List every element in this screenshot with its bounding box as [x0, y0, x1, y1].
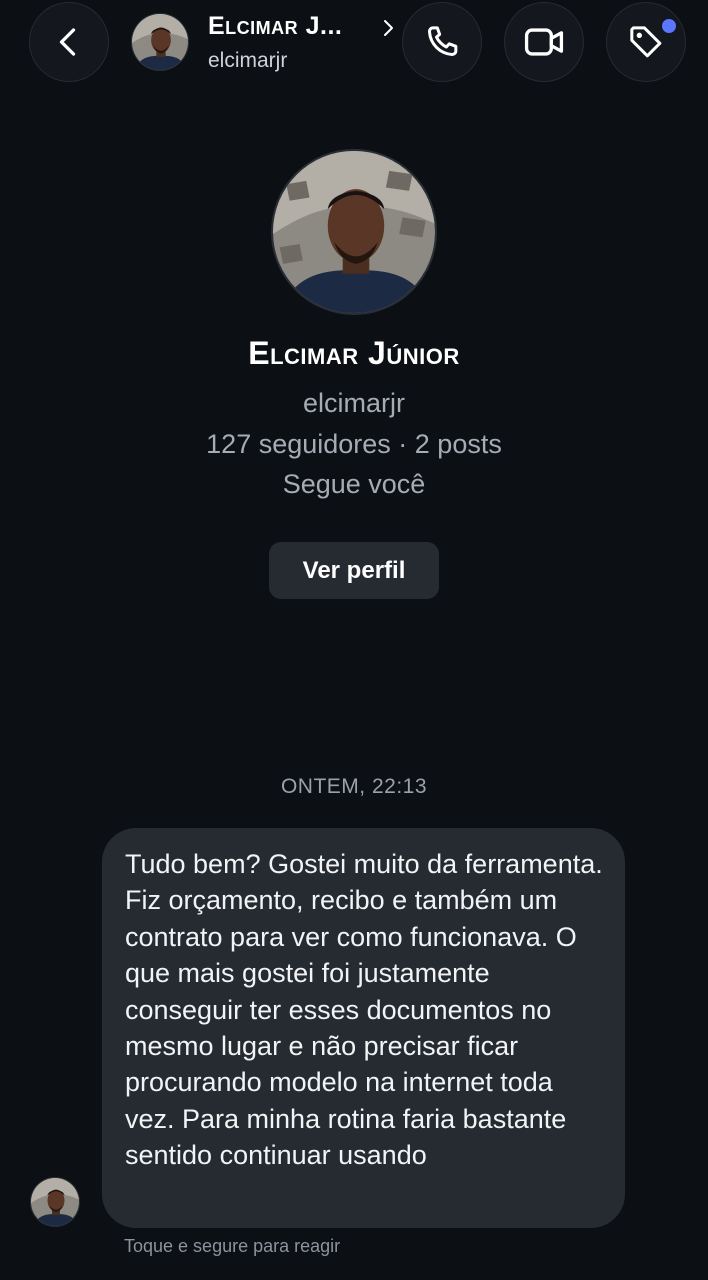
avatar-image: [132, 14, 188, 70]
view-profile-button[interactable]: Ver perfil: [269, 542, 439, 599]
avatar-image: [31, 1178, 79, 1226]
sender-avatar[interactable]: [30, 1177, 80, 1227]
video-camera-icon: [524, 28, 564, 56]
header-avatar[interactable]: [131, 13, 189, 71]
notification-dot: [662, 19, 676, 33]
follows-you-label: Segue você: [282, 469, 426, 499]
header-contact-name[interactable]: Elcimar J...: [208, 12, 342, 41]
profile-avatar[interactable]: [271, 149, 437, 315]
profile-username: elcimarjr: [302, 388, 405, 418]
chevron-right-icon[interactable]: [381, 18, 397, 38]
message-timestamp: ONTEM, 22:13: [280, 775, 428, 798]
voice-call-button[interactable]: [402, 2, 482, 82]
profile-stats: 127 seguidores · 2 posts: [206, 429, 502, 459]
profile-name: Elcimar Júnior: [248, 335, 460, 371]
header-username[interactable]: elcimarjr: [208, 49, 287, 73]
message-bubble[interactable]: Tudo bem? Gostei muito da ferramenta. Fi…: [102, 828, 625, 1228]
avatar-image: [273, 151, 435, 313]
tag-button[interactable]: [606, 2, 686, 82]
reaction-hint: Toque e segure para reagir: [124, 1236, 341, 1256]
dm-thread-screen: Elcimar J... elcimarjr Elcimar Júnior el…: [0, 0, 708, 1280]
tag-icon: [630, 26, 662, 58]
phone-icon: [427, 26, 458, 56]
video-call-button[interactable]: [504, 2, 584, 82]
chevron-left-icon: [59, 28, 76, 56]
back-button[interactable]: [29, 2, 109, 82]
